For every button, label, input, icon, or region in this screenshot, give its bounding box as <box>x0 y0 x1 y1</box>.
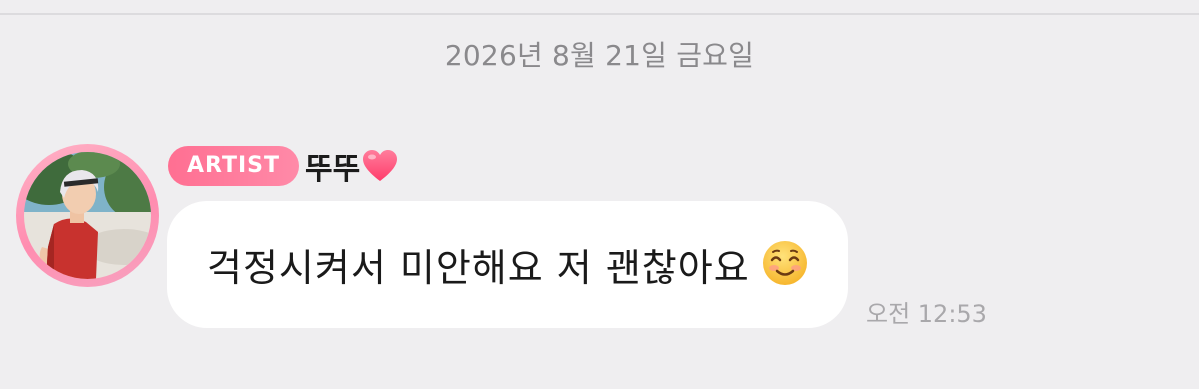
date-separator: 2026년 8월 21일 금요일 <box>444 39 755 72</box>
sender-name[interactable]: 뚜뚜 <box>305 145 398 187</box>
avatar[interactable] <box>16 144 159 287</box>
sender-name-text: 뚜뚜 <box>305 152 361 187</box>
top-divider <box>0 13 1199 15</box>
message-text: 걱정시켜서 미안해요 저 괜찮아요 <box>207 246 750 290</box>
heart-icon <box>362 149 398 183</box>
smiling-face-icon <box>761 239 809 287</box>
avatar-image <box>24 152 151 279</box>
artist-badge: ARTIST <box>168 146 299 186</box>
message-timestamp: 오전 12:53 <box>866 300 987 328</box>
message-bubble[interactable]: 걱정시켜서 미안해요 저 괜찮아요 <box>167 201 848 328</box>
